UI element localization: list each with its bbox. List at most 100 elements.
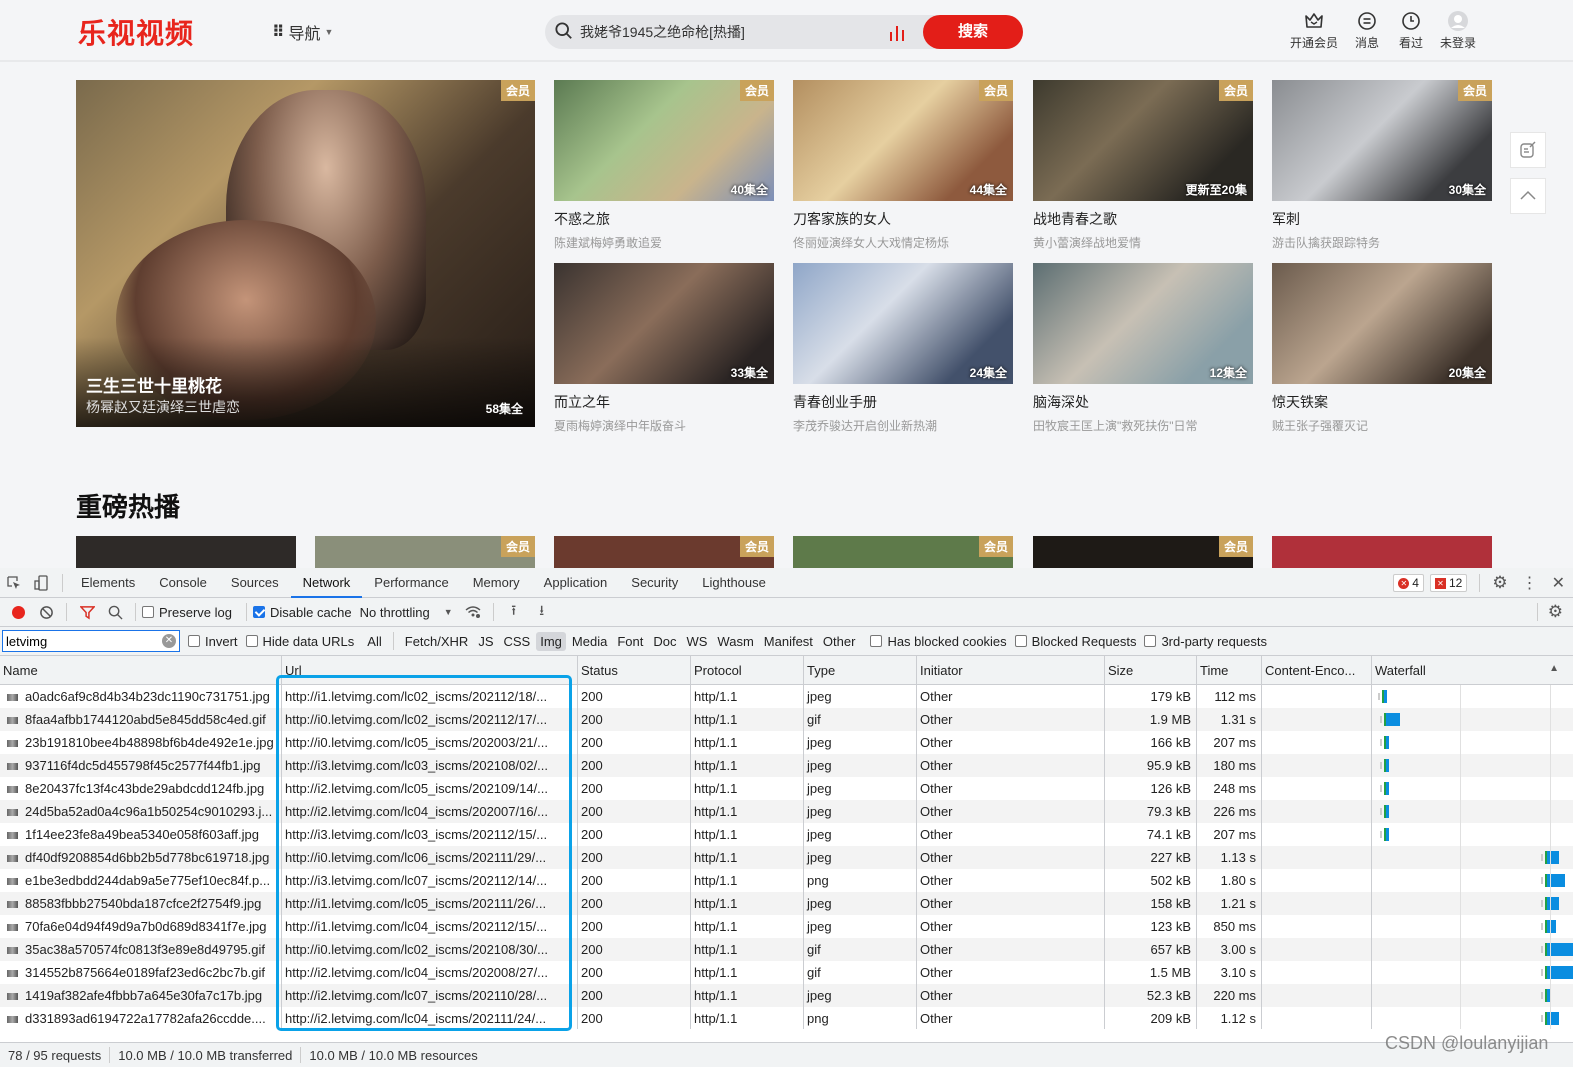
tab-console[interactable]: Console: [147, 568, 219, 598]
video-title[interactable]: 脑海深处: [1033, 392, 1253, 412]
table-row[interactable]: 1f14ee23fe8a49bea5340e058f603aff.jpg http…: [0, 823, 1573, 846]
throttling-select[interactable]: No throttling ▼: [360, 605, 453, 620]
issues-badge[interactable]: ✕ 12: [1429, 574, 1468, 592]
filter-type-ws[interactable]: WS: [682, 632, 711, 651]
disable-cache-checkbox[interactable]: Disable cache: [252, 605, 352, 620]
video-thumbnail[interactable]: 20集全: [1272, 263, 1492, 384]
errors-badge[interactable]: ✕ 4: [1393, 574, 1424, 592]
column-header-waterfall[interactable]: Waterfall: [1372, 656, 1573, 685]
table-row[interactable]: a0adc6af9c8d4b34b23dc1190c731751.jpg http…: [0, 685, 1573, 708]
video-thumbnail[interactable]: 会员 40集全: [554, 80, 774, 201]
filter-type-all[interactable]: All: [363, 632, 385, 651]
table-row[interactable]: 88583fbbb27540bda187cfce2f2754f9.jpg http…: [0, 892, 1573, 915]
third-party-checkbox[interactable]: 3rd-party requests: [1144, 634, 1267, 649]
column-header-initiator[interactable]: Initiator: [917, 656, 1105, 685]
more-options-icon[interactable]: ⋮: [1514, 573, 1546, 593]
search-network-button[interactable]: [101, 597, 129, 627]
video-title[interactable]: 不惑之旅: [554, 209, 774, 229]
video-card[interactable]: 20集全 惊天铁案 贼王张子强覆灭记: [1272, 263, 1492, 434]
table-row[interactable]: e1be3edbdd244dab9a5e775ef10ec84f.p... htt…: [0, 869, 1573, 892]
video-thumbnail[interactable]: [1272, 536, 1492, 568]
filter-type-js[interactable]: JS: [474, 632, 497, 651]
table-row[interactable]: 1419af382afe4fbbb7a645e30fa7c17b.jpg http…: [0, 984, 1573, 1007]
column-header-name[interactable]: Name: [0, 656, 282, 685]
table-row[interactable]: 23b191810bee4b48898bf6b4de492e1e.jpg http…: [0, 731, 1573, 754]
video-title[interactable]: 刀客家族的女人: [793, 209, 1013, 229]
video-thumbnail[interactable]: 会员 30集全: [1272, 80, 1492, 201]
video-card[interactable]: 24集全 青春创业手册 李茂乔骏达开启创业新热潮: [793, 263, 1013, 434]
video-thumbnail[interactable]: [76, 536, 296, 568]
video-thumbnail[interactable]: 24集全: [793, 263, 1013, 384]
voice-search-icon[interactable]: [887, 24, 907, 42]
filter-type-fetch-xhr[interactable]: Fetch/XHR: [401, 632, 473, 651]
site-logo[interactable]: 乐视视频: [78, 12, 194, 52]
video-thumbnail[interactable]: 12集全: [1033, 263, 1253, 384]
network-conditions-button[interactable]: [459, 597, 487, 627]
history-button[interactable]: 看过: [1396, 10, 1426, 51]
video-card[interactable]: 会员 44集全 刀客家族的女人 佟丽娅演绎女人大戏情定杨烁: [793, 80, 1013, 251]
video-thumbnail[interactable]: 会员 44集全: [793, 80, 1013, 201]
tab-sources[interactable]: Sources: [219, 568, 291, 598]
video-card[interactable]: 会员 更新至20集 战地青春之歌 黄小蕾演绎战地爱情: [1033, 80, 1253, 251]
tab-application[interactable]: Application: [532, 568, 620, 598]
hide-data-urls-checkbox[interactable]: Hide data URLs: [245, 634, 354, 649]
column-header-protocol[interactable]: Protocol: [691, 656, 804, 685]
video-thumbnail[interactable]: 会员: [793, 536, 1013, 568]
video-card[interactable]: 会员 40集全 不惑之旅 陈建斌梅婷勇敢追爱: [554, 80, 774, 251]
import-har-button[interactable]: ⭱: [500, 597, 528, 627]
feedback-button[interactable]: [1510, 132, 1546, 168]
sort-ascending-icon[interactable]: ▲: [1549, 663, 1559, 674]
table-row[interactable]: 35ac38a570574fc0813f3e89e8d49795.gif http…: [0, 938, 1573, 961]
inspect-element-button[interactable]: [0, 568, 28, 598]
table-row[interactable]: df40df9208854d6bb2b5d778bc619718.jpg http…: [0, 846, 1573, 869]
search-button[interactable]: 搜索: [923, 15, 1023, 49]
column-header-time[interactable]: Time: [1197, 656, 1262, 685]
record-button[interactable]: [4, 597, 32, 627]
export-har-button[interactable]: ⭳: [528, 597, 556, 627]
tab-elements[interactable]: Elements: [69, 568, 147, 598]
table-row[interactable]: 314552b875664e0189faf23ed6c2bc7b.gif http…: [0, 961, 1573, 984]
filter-toggle-button[interactable]: [73, 597, 101, 627]
table-row[interactable]: 70fa6e04d94f49d9a7b0d689d8341f7e.jpg http…: [0, 915, 1573, 938]
blocked-requests-checkbox[interactable]: Blocked Requests: [1014, 634, 1136, 649]
video-thumbnail[interactable]: 会员: [1033, 536, 1253, 568]
column-header-content-enco[interactable]: Content-Enco...: [1262, 656, 1372, 685]
column-header-size[interactable]: Size: [1105, 656, 1197, 685]
table-row[interactable]: 24d5ba52ad0a4c96a1b50254c9010293.j... htt…: [0, 800, 1573, 823]
video-thumbnail[interactable]: 会员: [554, 536, 774, 568]
network-settings-gear-icon[interactable]: ⚙: [1544, 602, 1573, 622]
video-thumbnail[interactable]: 会员 更新至20集: [1033, 80, 1253, 201]
device-toolbar-button[interactable]: [28, 568, 56, 598]
tab-network[interactable]: Network: [290, 568, 363, 598]
search-icon[interactable]: [555, 22, 573, 40]
messages-button[interactable]: 消息: [1352, 10, 1382, 51]
video-title[interactable]: 惊天铁案: [1272, 392, 1492, 412]
video-card[interactable]: 33集全 而立之年 夏雨梅婷演绎中年版奋斗: [554, 263, 774, 434]
video-title[interactable]: 军刺: [1272, 209, 1492, 229]
tab-performance[interactable]: Performance: [362, 568, 460, 598]
filter-type-css[interactable]: CSS: [500, 632, 535, 651]
column-header-url[interactable]: Url: [282, 656, 578, 685]
filter-input[interactable]: [3, 631, 153, 651]
table-row[interactable]: 8faa4afbb1744120abd5e845dd58c4ed.gif http…: [0, 708, 1573, 731]
filter-type-doc[interactable]: Doc: [649, 632, 680, 651]
clear-button[interactable]: [32, 597, 60, 627]
settings-gear-icon[interactable]: ⚙: [1492, 573, 1507, 593]
tab-lighthouse[interactable]: Lighthouse: [690, 568, 778, 598]
filter-type-font[interactable]: Font: [613, 632, 647, 651]
has-blocked-cookies-checkbox[interactable]: Has blocked cookies: [870, 634, 1007, 649]
invert-checkbox[interactable]: Invert: [188, 634, 238, 649]
video-thumbnail[interactable]: 会员: [315, 536, 535, 568]
table-row[interactable]: 937116f4dc5d455798f45c2577f44fb1.jpg http…: [0, 754, 1573, 777]
video-card[interactable]: 会员 30集全 军刺 游击队擒获跟踪特务: [1272, 80, 1492, 251]
tab-memory[interactable]: Memory: [461, 568, 532, 598]
filter-type-media[interactable]: Media: [568, 632, 611, 651]
nav-menu-button[interactable]: ⠿ 导航 ▼: [272, 20, 333, 44]
search-input[interactable]: [580, 22, 880, 42]
video-card[interactable]: 12集全 脑海深处 田牧宸王匡上演"救死扶伤"日常: [1033, 263, 1253, 434]
tab-security[interactable]: Security: [619, 568, 690, 598]
hero-banner[interactable]: 会员 三生三世十里桃花 杨幂赵又廷演绎三世虐恋 58集全: [76, 80, 535, 427]
filter-type-other[interactable]: Other: [819, 632, 860, 651]
vip-button[interactable]: 开通会员: [1290, 10, 1338, 51]
table-row[interactable]: 8e20437fc13f4c43bde29abdcdd124fb.jpg http…: [0, 777, 1573, 800]
